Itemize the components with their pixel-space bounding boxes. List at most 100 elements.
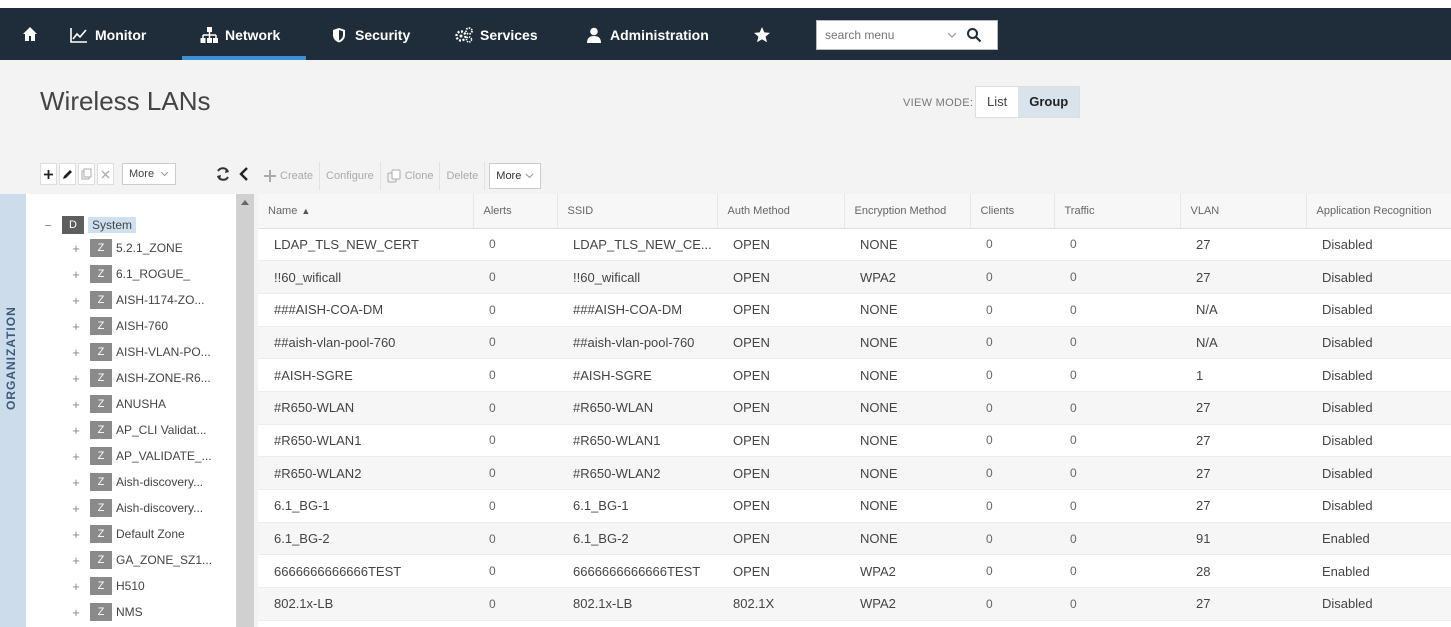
expand-toggle[interactable]: +: [70, 449, 82, 464]
table-row[interactable]: ##aish-vlan-pool-760 0 ##aish-vlan-pool-76…: [258, 326, 1451, 360]
zone-badge: Z: [90, 473, 112, 491]
tree-node-zone[interactable]: + Z AP_CLI Validat...: [70, 419, 207, 441]
configure-button[interactable]: Configure: [320, 162, 381, 190]
view-mode-list[interactable]: List: [976, 87, 1019, 117]
table-row[interactable]: #R650-WLAN2 0 #R650-WLAN2 OPEN NONE 0 0 27 Disab…: [258, 456, 1451, 490]
collapse-toggle[interactable]: −: [42, 218, 54, 233]
nav-administration[interactable]: Administration: [585, 18, 709, 52]
close-icon: [101, 170, 110, 178]
table-row[interactable]: 802.1x-LB 0 802.1x-LB 802.1X WPA2 0 0 27 Disable…: [258, 587, 1451, 621]
search-input[interactable]: [817, 22, 943, 48]
tree-scrollbar[interactable]: [236, 194, 254, 627]
cell-encryption-method: NONE: [844, 358, 970, 392]
tree-node-label: NMS: [116, 605, 143, 619]
expand-toggle[interactable]: +: [70, 267, 82, 282]
expand-toggle[interactable]: +: [70, 605, 82, 620]
tree-node-system[interactable]: − D System: [42, 214, 137, 236]
cell-application-recognition: Disabled: [1306, 358, 1451, 392]
table-row[interactable]: #R650-WLAN 0 #R650-WLAN OPEN NONE 0 0 27 Disable…: [258, 391, 1451, 425]
expand-toggle[interactable]: +: [70, 397, 82, 412]
table-row[interactable]: #R650-WLAN1 0 #R650-WLAN1 OPEN NONE 0 0 27 Disab…: [258, 424, 1451, 458]
tree-node-zone[interactable]: + Z AISH-ZONE-R6...: [70, 367, 211, 389]
organization-tab[interactable]: ORGANIZATION: [0, 194, 26, 627]
expand-toggle[interactable]: +: [70, 371, 82, 386]
table-header-row: Name ▲ Alerts SSID Auth Method Encryption Met…: [258, 194, 1451, 229]
expand-toggle[interactable]: +: [70, 241, 82, 256]
cell-name: #R650-WLAN1: [258, 424, 473, 458]
column-header-traffic[interactable]: Traffic: [1054, 194, 1181, 229]
refresh-icon[interactable]: [215, 166, 231, 182]
table-row[interactable]: LDAP_TLS_NEW_CERT 0 LDAP_TLS_NEW_CE... OPEN…: [258, 228, 1451, 262]
tree-node-zone[interactable]: + Z Aish-discovery...: [70, 471, 203, 493]
tree-edit-button[interactable]: [59, 163, 76, 185]
chevron-down-icon[interactable]: [945, 28, 959, 42]
nav-services[interactable]: Services: [455, 18, 538, 52]
cell-ssid: !!60_wificall: [557, 260, 717, 294]
column-header-application-recognition[interactable]: Application Recognition: [1306, 194, 1451, 229]
tree-node-zone[interactable]: + Z 5.2.1_ZONE: [70, 237, 183, 259]
tree-node-zone[interactable]: + Z GA_ZONE_SZ1...: [70, 549, 212, 571]
cell-name: #R650-WLAN: [258, 391, 473, 425]
column-header-vlan[interactable]: VLAN: [1180, 194, 1307, 229]
column-header-clients[interactable]: Clients: [970, 194, 1055, 229]
tree-node-zone[interactable]: + Z 6.1_ROGUE_: [70, 263, 190, 285]
nav-network[interactable]: Network: [200, 18, 280, 52]
home-icon[interactable]: [22, 26, 38, 42]
tree-node-zone[interactable]: + Z AP_VALIDATE_...: [70, 445, 212, 467]
expand-toggle[interactable]: +: [70, 527, 82, 542]
tree-node-zone[interactable]: + Z AISH-VLAN-PO...: [70, 341, 211, 363]
tree-more-dropdown[interactable]: More: [122, 163, 177, 185]
tree-node-zone[interactable]: + Z Default Zone: [70, 523, 185, 545]
tree-node-zone[interactable]: + Z Aish-discovery...: [70, 497, 203, 519]
expand-toggle[interactable]: +: [70, 423, 82, 438]
tree-node-zone[interactable]: + Z H510: [70, 575, 145, 597]
grid-more-dropdown[interactable]: More: [489, 163, 542, 189]
cell-traffic: 0: [1054, 522, 1180, 556]
view-mode-group[interactable]: Group: [1018, 87, 1080, 117]
expand-toggle[interactable]: +: [70, 345, 82, 360]
expand-toggle[interactable]: +: [70, 319, 82, 334]
create-button[interactable]: Create: [258, 162, 321, 190]
collapse-panel-icon[interactable]: [238, 166, 250, 182]
table-row[interactable]: !!60_wificall 0 !!60_wificall OPEN WPA2 0 0 27 D…: [258, 260, 1451, 294]
tree-node-zone[interactable]: + Z ANUSHA: [70, 393, 166, 415]
tree-add-button[interactable]: [40, 163, 57, 185]
cell-vlan: N/A: [1180, 326, 1306, 360]
expand-toggle[interactable]: +: [70, 579, 82, 594]
column-header-alerts[interactable]: Alerts: [473, 194, 558, 229]
cell-clients: 0: [970, 554, 1054, 589]
table-row[interactable]: 6.1_BG-2 0 6.1_BG-2 OPEN NONE 0 0 91 Enabled: [258, 522, 1451, 556]
cell-application-recognition: Disabled: [1306, 391, 1451, 425]
cell-alerts: 0: [473, 326, 557, 360]
scroll-up-icon[interactable]: [241, 200, 249, 205]
column-header-encryption-method[interactable]: Encryption Method: [844, 194, 971, 229]
column-header-ssid[interactable]: SSID: [557, 194, 718, 229]
delete-button[interactable]: Delete: [440, 162, 486, 190]
column-header-auth-method[interactable]: Auth Method: [717, 194, 845, 229]
table-row[interactable]: 6.1_BG-1 0 6.1_BG-1 OPEN NONE 0 0 27 Disabled: [258, 489, 1451, 523]
cell-alerts: 0: [473, 456, 557, 490]
search-button[interactable]: [959, 21, 989, 49]
tree-node-zone[interactable]: + Z AISH-1174-ZO...: [70, 289, 204, 311]
table-row[interactable]: 6666666666666TEST 0 6666666666666TEST OPEN W…: [258, 554, 1451, 589]
expand-toggle[interactable]: +: [70, 293, 82, 308]
tree-node-zone[interactable]: + Z NMS: [70, 601, 143, 623]
nav-monitor[interactable]: Monitor: [70, 18, 146, 52]
search-icon: [967, 28, 982, 43]
table-row[interactable]: ###AISH-COA-DM 0 ###AISH-COA-DM OPEN NONE 0 0 N…: [258, 293, 1451, 327]
nav-security[interactable]: Security: [330, 18, 410, 52]
cell-name: #AISH-SGRE: [258, 358, 473, 392]
expand-toggle[interactable]: +: [70, 553, 82, 568]
tree-node-label: 5.2.1_ZONE: [116, 241, 183, 255]
expand-toggle[interactable]: +: [70, 501, 82, 516]
clone-button[interactable]: Clone: [381, 162, 441, 190]
tree-clone-button[interactable]: [78, 163, 95, 185]
table-row[interactable]: #AISH-SGRE 0 #AISH-SGRE OPEN NONE 0 0 1 Disabled: [258, 358, 1451, 392]
cell-alerts: 0: [473, 260, 557, 294]
cell-vlan: 27: [1180, 260, 1306, 294]
tree-node-zone[interactable]: + Z AISH-760: [70, 315, 168, 337]
tree-delete-button[interactable]: [97, 163, 114, 185]
expand-toggle[interactable]: +: [70, 475, 82, 490]
column-header-name[interactable]: Name ▲: [258, 194, 474, 229]
star-icon[interactable]: [753, 26, 771, 44]
